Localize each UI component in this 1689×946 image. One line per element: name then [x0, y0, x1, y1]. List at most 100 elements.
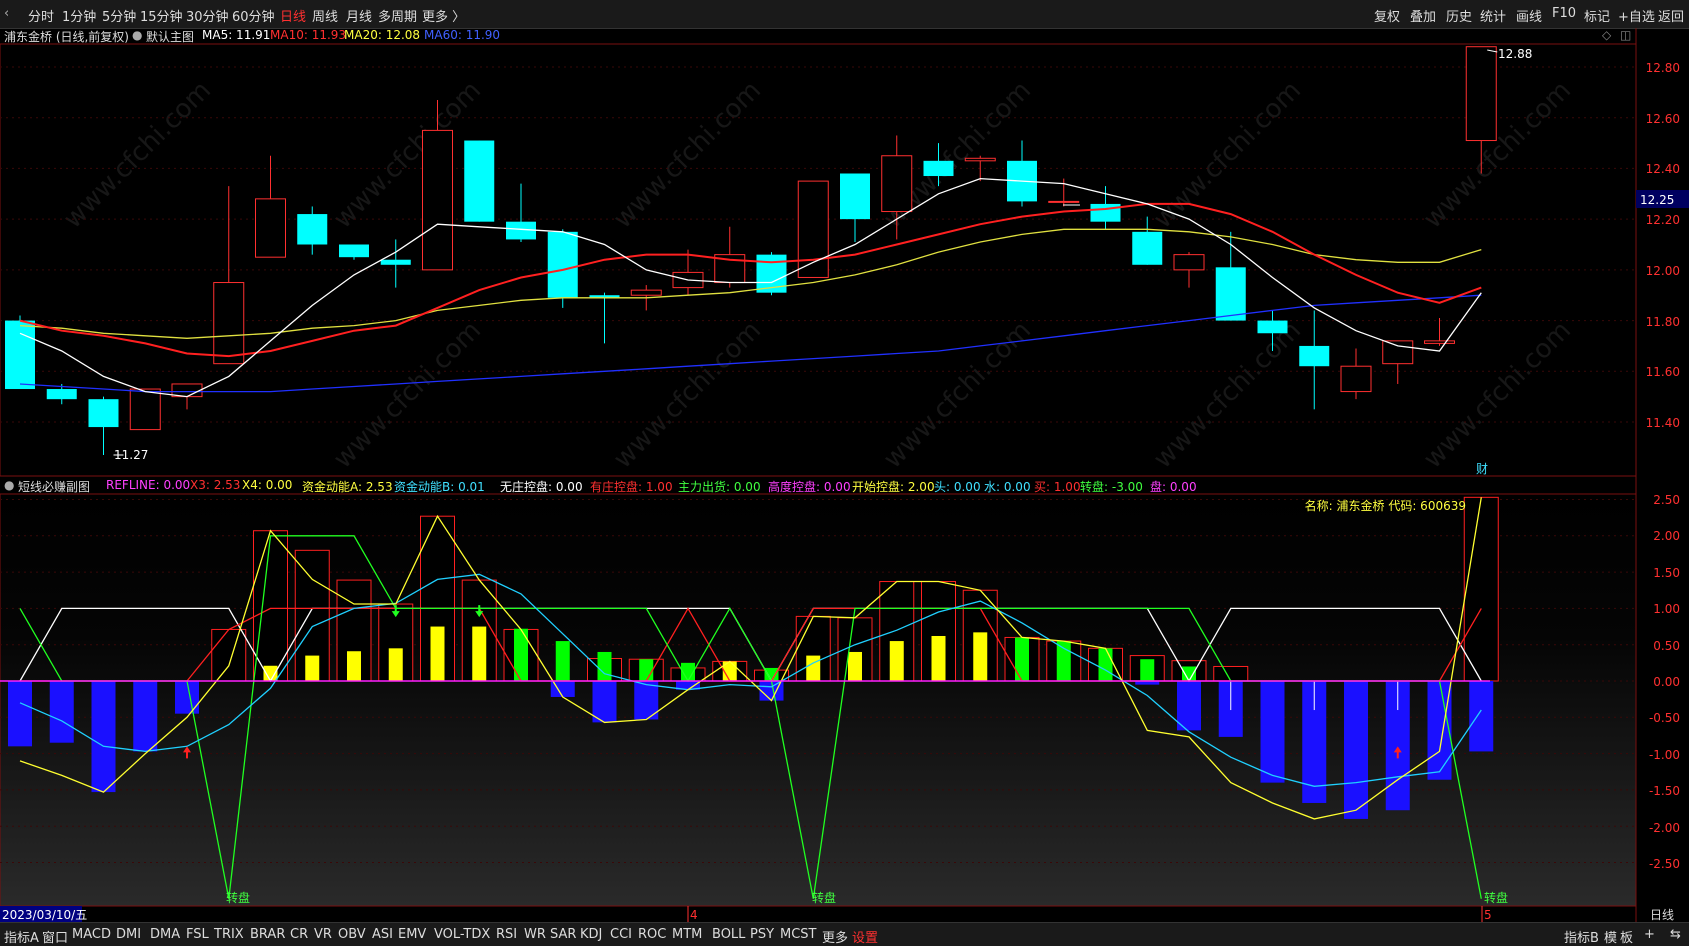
sub-tick-n150: -1.50	[1649, 784, 1680, 798]
osc-negative-bar	[1469, 681, 1494, 752]
tab-vol-tdx[interactable]: VOL-TDX	[434, 927, 490, 942]
candle-body	[297, 214, 328, 245]
osc-positive-box	[253, 530, 288, 682]
tab-boll[interactable]: BOLL	[712, 927, 745, 942]
high-price-label: 12.88	[1498, 47, 1532, 61]
y-tick-1140: 11.40	[1646, 416, 1680, 430]
tab-kdj[interactable]: KDJ	[580, 927, 602, 942]
current-price-label: 12.25	[1640, 193, 1674, 207]
candle-body	[840, 173, 870, 220]
tab-dmi[interactable]: DMI	[116, 927, 141, 942]
osc-negative-bar	[8, 681, 32, 747]
yellow-bar	[806, 655, 821, 681]
osc-negative-bar	[1427, 681, 1452, 780]
tab-settings[interactable]: 设置	[852, 927, 878, 946]
zp-label-3: 转盘	[1484, 890, 1508, 905]
tab-psy[interactable]: PSY	[750, 927, 774, 942]
yellow-bar	[848, 651, 862, 681]
osc-positive-box	[211, 628, 247, 682]
tab-roc[interactable]: ROC	[638, 927, 666, 942]
tab-macd[interactable]: MACD	[72, 927, 111, 942]
candle-body	[1299, 345, 1330, 367]
candle-body	[547, 231, 578, 298]
tab-rsi[interactable]: RSI	[496, 927, 517, 942]
tab-cci[interactable]: CCI	[610, 927, 632, 942]
tab-mtm[interactable]: MTM	[672, 927, 702, 942]
candle-body	[380, 259, 411, 265]
tab-more[interactable]: 更多	[822, 927, 848, 946]
yellow-bar	[931, 635, 946, 681]
green-bar	[1098, 648, 1113, 681]
green-bar	[1056, 641, 1071, 681]
x-axis-date: 2023/03/10/五	[2, 908, 87, 922]
green-bar	[555, 641, 570, 681]
candle-body	[88, 399, 119, 428]
osc-negative-bar	[1344, 681, 1368, 819]
tab-brar[interactable]: BRAR	[250, 927, 285, 942]
tab-emv[interactable]: EMV	[398, 927, 426, 942]
y-tick-1160: 11.60	[1646, 365, 1680, 379]
yellow-bar	[472, 626, 487, 681]
candle-body	[1215, 267, 1246, 321]
tab-obv[interactable]: OBV	[338, 927, 366, 942]
candle-body	[464, 140, 495, 222]
tab-vr[interactable]: VR	[314, 927, 332, 942]
osc-negative-bar	[91, 681, 116, 793]
tab-zhibiao-b[interactable]: 指标B	[1564, 927, 1599, 946]
swap-icon[interactable]: ⇆	[1670, 927, 1681, 942]
yellow-bar	[305, 655, 320, 681]
candle-body	[1090, 203, 1121, 222]
add-icon[interactable]: +	[1644, 927, 1655, 942]
candle-body	[1132, 231, 1163, 265]
tab-asi[interactable]: ASI	[372, 927, 393, 942]
y-tick-1240: 12.40	[1646, 162, 1680, 176]
candle-body	[46, 389, 77, 400]
y-tick-1200: 12.00	[1646, 264, 1680, 278]
yellow-bar	[388, 648, 403, 681]
y-tick-1180: 11.80	[1646, 315, 1680, 329]
osc-negative-bar	[1260, 681, 1285, 783]
candle-body	[881, 155, 913, 213]
tab-trix[interactable]: TRIX	[214, 927, 244, 942]
osc-negative-bar	[1177, 681, 1201, 731]
tab-cr[interactable]: CR	[290, 927, 308, 942]
tab-mo[interactable]: 模	[1604, 927, 1617, 946]
zp-label-2: 转盘	[812, 890, 836, 905]
cai-label[interactable]: 财	[1476, 462, 1488, 476]
tab-zhibiao-a[interactable]: 指标A	[4, 927, 39, 946]
bottom-tabbar: 指标A 窗口 MACD DMI DMA FSL TRIX BRAR CR VR …	[0, 922, 1689, 946]
tab-window[interactable]: 窗口	[42, 927, 68, 946]
candle-body	[1424, 340, 1455, 344]
osc-negative-bar	[49, 681, 74, 743]
yellow-bar	[430, 626, 445, 681]
green-bar	[1015, 637, 1029, 681]
candle-body	[255, 198, 286, 258]
tab-mcst[interactable]: MCST	[780, 927, 817, 942]
candle-body	[5, 320, 35, 390]
sub-tick-000: 0.00	[1653, 675, 1680, 689]
stock-name-code: 名称: 浦东金桥 代码: 600639	[1305, 498, 1466, 513]
sub-tick-n100: -1.00	[1649, 748, 1680, 762]
tab-dma[interactable]: DMA	[150, 927, 180, 942]
osc-negative-bar	[592, 681, 617, 723]
candle-body	[1340, 365, 1372, 393]
sub-tick-n200: -2.00	[1649, 821, 1680, 835]
zp-label-1: 转盘	[226, 890, 250, 905]
osc-positive-box	[1213, 665, 1249, 682]
tab-wr[interactable]: WR	[524, 927, 546, 942]
candle-body	[213, 282, 245, 365]
y-tick-1260: 12.60	[1646, 112, 1680, 126]
tab-ban[interactable]: 板	[1620, 927, 1633, 946]
osc-negative-bar	[175, 681, 199, 714]
yellow-bar	[347, 651, 361, 681]
tab-fsl[interactable]: FSL	[186, 927, 209, 942]
sub-tick-200: 2.00	[1653, 529, 1680, 543]
y-tick-1220: 12.20	[1646, 213, 1680, 227]
candle-body	[1048, 200, 1080, 203]
candle-body	[923, 160, 954, 177]
osc-positive-box	[1463, 496, 1499, 682]
kline-chart[interactable]: 12.80 12.60 12.40 12.20 12.00 11.80 11.6…	[0, 0, 1689, 945]
x-axis-month-4: 4	[690, 908, 698, 922]
sub-tick-n050: -0.50	[1649, 711, 1680, 725]
tab-sar[interactable]: SAR	[550, 927, 576, 942]
